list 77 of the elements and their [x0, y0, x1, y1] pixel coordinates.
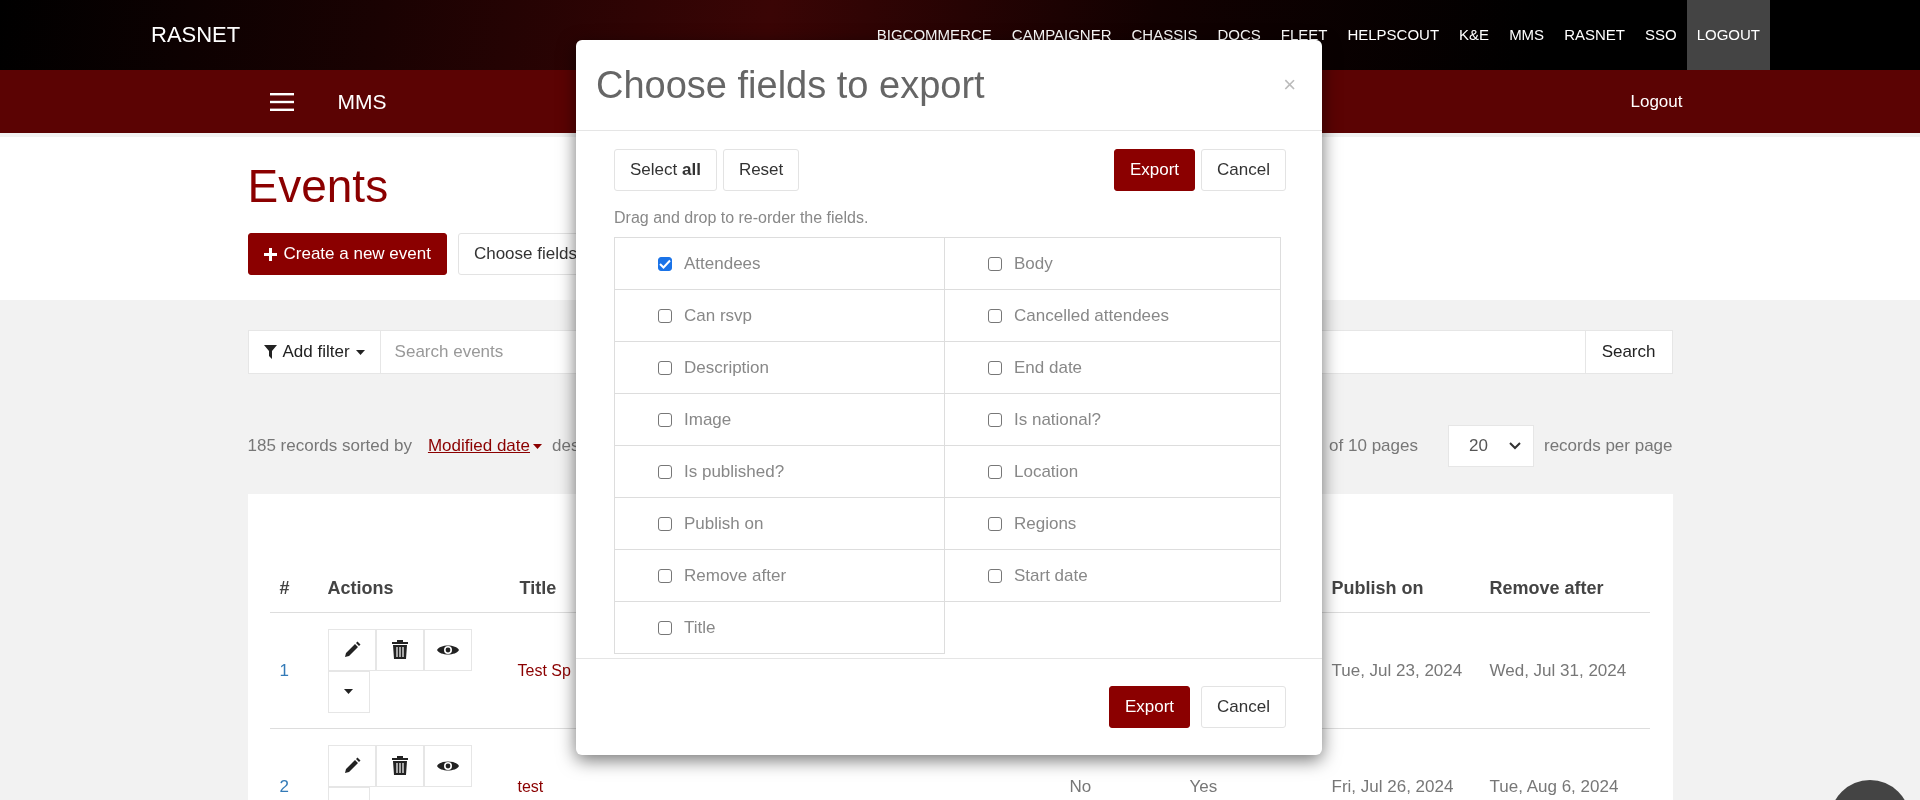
per-page-select[interactable]: 20	[1447, 425, 1534, 467]
cancel-button[interactable]: Cancel	[1201, 686, 1286, 728]
checkbox[interactable]	[988, 516, 1002, 531]
nav-link[interactable]: LOGOUT	[1686, 0, 1770, 70]
delete-button[interactable]	[375, 744, 424, 787]
checkbox[interactable]	[658, 256, 672, 271]
row-number: 1	[279, 660, 289, 680]
view-button[interactable]	[423, 628, 472, 671]
column-header[interactable]: Remove after	[1489, 577, 1604, 598]
pencil-icon	[342, 640, 361, 659]
nav-link[interactable]: RASNET	[1554, 0, 1635, 70]
pencil-icon	[342, 756, 361, 775]
table-cell: Yes	[1189, 776, 1218, 796]
delete-button[interactable]	[375, 628, 424, 671]
column-header[interactable]: Title	[519, 577, 557, 598]
checkbox[interactable]	[658, 412, 672, 427]
reset-button[interactable]: Reset	[722, 149, 800, 191]
nav-link[interactable]: SSO	[1634, 0, 1687, 70]
checkbox[interactable]	[658, 620, 672, 635]
edit-button[interactable]	[327, 628, 376, 671]
checkbox[interactable]	[988, 568, 1002, 583]
plus-icon	[263, 247, 277, 261]
app-title: MMS	[337, 89, 387, 114]
page-title: Events	[247, 159, 389, 213]
table-cell: Fri, Jul 26, 2024	[1331, 776, 1454, 796]
trash-icon	[391, 640, 408, 659]
checkbox[interactable]	[988, 256, 1002, 271]
column-header[interactable]: Actions	[327, 577, 394, 598]
select-all-button[interactable]: Select all	[614, 149, 717, 191]
checkbox[interactable]	[658, 308, 672, 323]
column-header[interactable]: Publish on	[1331, 577, 1424, 598]
edit-button[interactable]	[327, 744, 376, 787]
cancel-button[interactable]: Cancel	[1201, 149, 1286, 191]
table-cell: Wed, Jul 31, 2024	[1489, 660, 1627, 680]
column-header[interactable]: #	[279, 577, 290, 598]
sort-field-link[interactable]: Modified date	[427, 436, 542, 456]
event-title-link[interactable]: test	[517, 777, 544, 795]
filter-icon	[263, 345, 277, 359]
caret-icon	[355, 349, 365, 355]
checkbox[interactable]	[988, 308, 1002, 323]
row-number: 2	[279, 776, 289, 796]
event-title-link[interactable]: Test Sp	[517, 661, 571, 679]
records-count: 185 records sorted by	[247, 436, 412, 456]
add-filter-button[interactable]: Add filter	[247, 330, 381, 374]
checkbox[interactable]	[658, 360, 672, 375]
caret-icon	[344, 689, 353, 694]
nav-link[interactable]: K&E	[1449, 0, 1500, 70]
checkbox[interactable]	[658, 464, 672, 479]
caret-icon	[533, 443, 542, 449]
nav-link[interactable]: HELPSCOUT	[1337, 0, 1450, 70]
menu-icon[interactable]	[269, 92, 294, 111]
page-count: of 10 pages	[1329, 436, 1418, 456]
checkbox[interactable]	[988, 412, 1002, 427]
checkbox[interactable]	[988, 464, 1002, 479]
export-button[interactable]: Export	[1113, 149, 1196, 191]
create-event-button[interactable]: Create a new event	[247, 233, 447, 275]
table-cell: Tue, Aug 6, 2024	[1489, 776, 1619, 796]
field-option[interactable]: Start date	[944, 549, 1281, 602]
drag-hint: Drag and drop to re-order the fields.	[614, 209, 870, 227]
logout-link[interactable]: Logout	[1630, 91, 1683, 112]
trash-icon	[391, 756, 408, 775]
brand-logo[interactable]: RASNET	[151, 22, 241, 48]
field-option[interactable]: Attendees	[614, 237, 945, 290]
table-cell: No	[1069, 776, 1092, 796]
export-button[interactable]: Export	[1108, 686, 1191, 728]
nav-link[interactable]: MMS	[1499, 0, 1555, 70]
checkbox[interactable]	[658, 516, 672, 531]
view-button[interactable]	[423, 744, 472, 787]
field-option[interactable]: Title	[614, 601, 945, 654]
per-page-label: records per page	[1543, 436, 1673, 456]
table-cell: Tue, Jul 23, 2024	[1331, 660, 1463, 680]
search-button[interactable]: Search	[1584, 330, 1673, 374]
checkbox[interactable]	[988, 360, 1002, 375]
checkbox[interactable]	[658, 568, 672, 583]
dialog-title: Choose fields to export	[596, 63, 986, 107]
chevron-icon	[1508, 442, 1521, 450]
field-option[interactable]: Body	[944, 237, 1281, 290]
